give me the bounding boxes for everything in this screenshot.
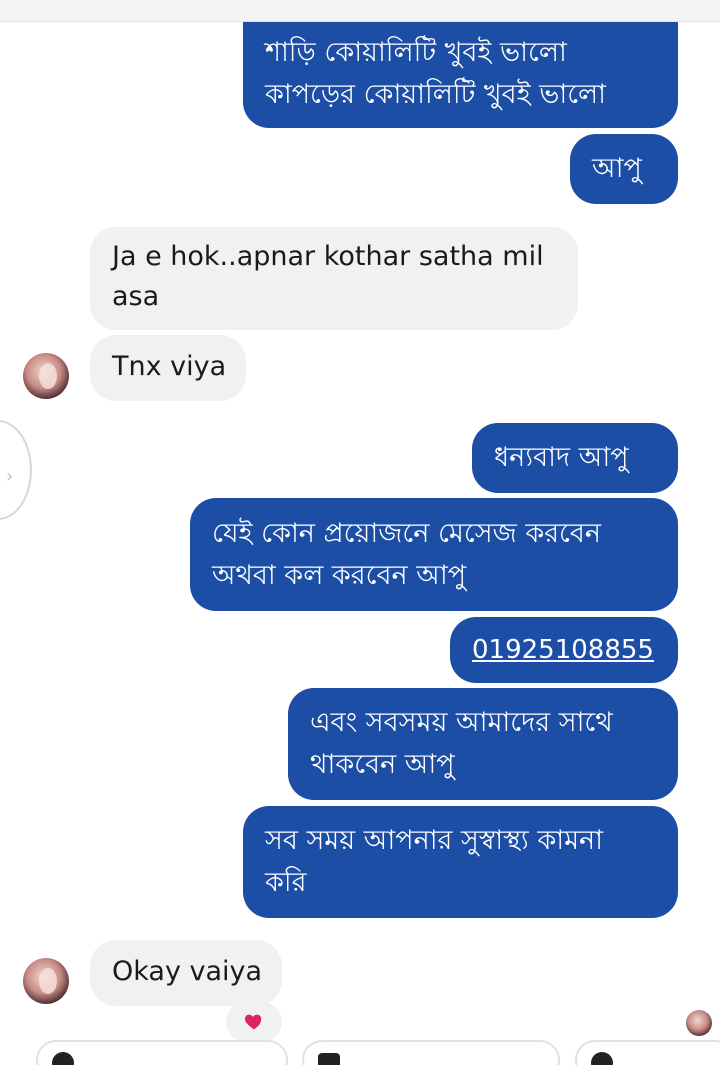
- message-line: সব সময় আপনার সুস্বাস্থ্য কামনা: [265, 825, 604, 856]
- received-message[interactable]: Ja e hok..apnar kothar satha mil asa: [90, 227, 578, 330]
- chip-icon: [318, 1053, 340, 1065]
- seen-avatar: [686, 1010, 712, 1036]
- message-line: অথবা কল করবেন আপু: [212, 560, 467, 591]
- quick-action-chip[interactable]: [36, 1040, 288, 1065]
- message-line: Tnx viya: [112, 351, 227, 382]
- message-line: ধন্যবাদ আপু: [494, 442, 629, 473]
- swipe-indicator[interactable]: [0, 420, 32, 520]
- message-line: এবং সবসময় আমাদের সাথে: [310, 707, 613, 738]
- sent-message[interactable]: ধন্যবাদ আপু: [472, 423, 678, 493]
- sent-message[interactable]: শাড়ি কোয়ালিটি খুবই ভালো কাপড়ের কোয়াল…: [243, 22, 678, 128]
- top-bar: [0, 0, 720, 22]
- message-line: যেই কোন প্রয়োজনে মেসেজ করবেন: [212, 518, 602, 549]
- contact-avatar[interactable]: [23, 958, 69, 1004]
- message-line: শাড়ি কোয়ালিটি খুবই ভালো: [265, 37, 567, 68]
- message-line: আপু: [592, 153, 642, 184]
- message-line: করি: [265, 867, 307, 898]
- sent-message[interactable]: 01925108855: [450, 617, 678, 683]
- quick-action-chip[interactable]: [575, 1040, 720, 1065]
- chip-icon: [591, 1052, 613, 1065]
- message-line: কাপড়ের কোয়ালিটি খুবই ভালো: [265, 79, 607, 110]
- message-line: Okay vaiya: [112, 956, 263, 987]
- message-line: Ja e hok..apnar kothar satha mil: [112, 241, 544, 272]
- message-line: asa: [112, 281, 160, 312]
- sent-message[interactable]: যেই কোন প্রয়োজনে মেসেজ করবেন অথবা কল কর…: [190, 498, 678, 611]
- sent-message[interactable]: সব সময় আপনার সুস্বাস্থ্য কামনা করি: [243, 806, 678, 918]
- message-line: থাকবেন আপু: [310, 749, 455, 780]
- received-message[interactable]: Tnx viya: [90, 335, 246, 401]
- sent-message[interactable]: এবং সবসময় আমাদের সাথে থাকবেন আপু: [288, 688, 678, 800]
- heart-icon: [244, 1014, 262, 1030]
- chevron-right-icon: ›: [6, 466, 14, 487]
- sent-message[interactable]: আপু: [570, 134, 678, 204]
- received-message[interactable]: Okay vaiya: [90, 940, 282, 1006]
- quick-actions-bar: [0, 1040, 720, 1065]
- phone-number-link[interactable]: 01925108855: [472, 629, 656, 671]
- contact-avatar[interactable]: [23, 353, 69, 399]
- quick-action-chip[interactable]: [302, 1040, 560, 1065]
- chip-icon: [52, 1052, 74, 1065]
